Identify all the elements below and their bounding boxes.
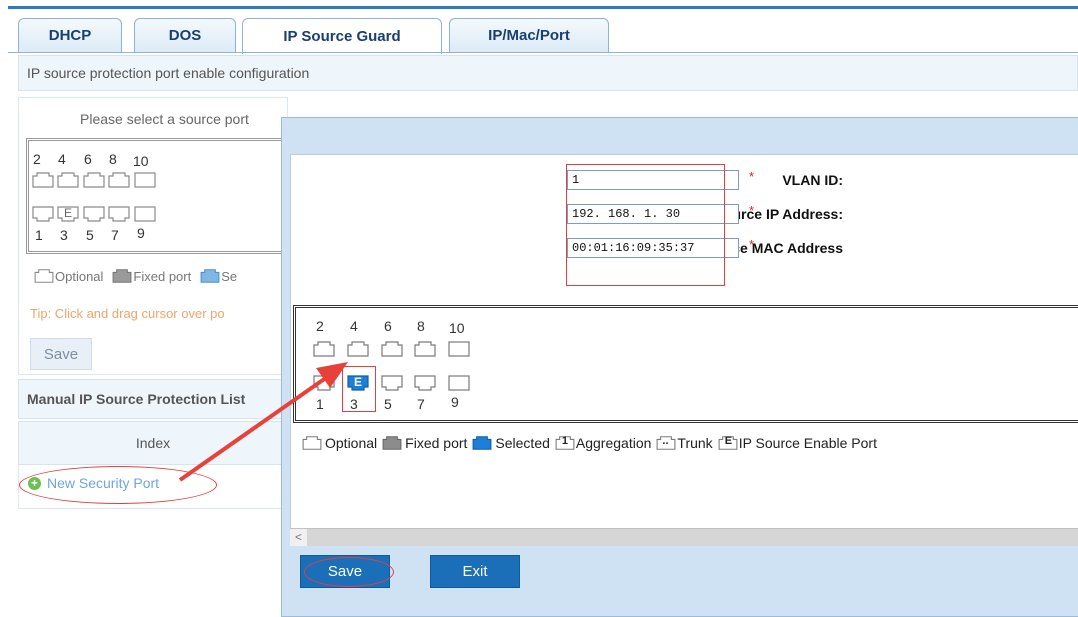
- legend-trunk-label: Trunk: [677, 435, 713, 451]
- aggregation-mark: 1: [561, 435, 569, 447]
- port-number: 8: [109, 151, 117, 167]
- vlan-id-label: VLAN ID:: [782, 172, 843, 188]
- ethernet-port-icon[interactable]: [31, 205, 55, 223]
- ethernet-port-icon[interactable]: [312, 374, 336, 392]
- port-number: 2: [33, 151, 41, 167]
- port-number: 4: [350, 318, 358, 334]
- sfp-port-icon[interactable]: [447, 340, 471, 358]
- port-number: 10: [449, 320, 465, 336]
- ip-source-port-icon: E: [717, 435, 739, 451]
- dialog-port-panel: 2 4 6 8 10 E 1 3 5 7 9: [293, 305, 1078, 423]
- dialog-content: VLAN ID: * Source IP Address: * Source M…: [290, 154, 1078, 544]
- aggregation-port-icon: 1: [554, 435, 576, 451]
- port-number: 6: [384, 318, 392, 334]
- scroll-left-arrow-icon[interactable]: <: [290, 529, 307, 546]
- ethernet-port-icon[interactable]: [380, 340, 404, 358]
- annotation-ellipse: [19, 466, 217, 504]
- annotation-box-fields: [566, 164, 725, 286]
- sfp-port-icon[interactable]: [133, 171, 157, 189]
- exit-button[interactable]: Exit: [430, 555, 520, 588]
- port-number: 1: [316, 396, 324, 412]
- selected-port-icon: [200, 269, 220, 283]
- legend-aggregation-label: Aggregation: [575, 435, 652, 451]
- select-port-prompt: Please select a source port: [80, 111, 249, 127]
- required-mark: *: [749, 169, 755, 184]
- port-number: 2: [316, 318, 324, 334]
- ethernet-port-icon[interactable]: [56, 171, 80, 189]
- port-mark: E: [64, 206, 73, 220]
- tip-text: Tip: Click and drag cursor over po: [30, 306, 225, 321]
- left-legend: Optional Fixed port Se: [33, 268, 237, 284]
- port-number: 9: [451, 394, 459, 410]
- legend-fixed-label: Fixed port: [405, 435, 468, 451]
- port-number: 7: [417, 396, 425, 412]
- required-mark: *: [749, 203, 755, 218]
- tab-dhcp[interactable]: DHCP: [18, 18, 122, 52]
- ethernet-port-icon[interactable]: [413, 374, 437, 392]
- port-number: 6: [84, 151, 92, 167]
- top-accent-line: [8, 6, 1078, 9]
- index-header-text: Index: [135, 435, 171, 451]
- legend-optional-label: Optional: [55, 268, 104, 284]
- ethernet-port-icon[interactable]: [82, 205, 106, 223]
- legend-fixed-label: Fixed port: [133, 268, 192, 284]
- horizontal-scrollbar[interactable]: <: [290, 528, 1078, 546]
- save-button-disabled[interactable]: Save: [30, 338, 92, 370]
- port-number: 5: [384, 396, 392, 412]
- section-title: IP source protection port enable configu…: [18, 55, 1078, 91]
- manual-list-title-text: Manual IP Source Protection List: [27, 391, 246, 407]
- port-number: 10: [133, 153, 149, 169]
- port-number: 5: [86, 227, 94, 243]
- optional-port-icon: [34, 269, 54, 283]
- dialog-legend: Optional Fixed port Selected 1 Aggregatio…: [301, 435, 881, 451]
- section-title-text: IP source protection port enable configu…: [27, 65, 310, 81]
- port-number: 4: [58, 151, 66, 167]
- trunk-mark: ..: [662, 435, 669, 447]
- tab-dos[interactable]: DOS: [134, 18, 236, 52]
- legend-selected-label: Se: [221, 268, 238, 284]
- sfp-port-icon[interactable]: [133, 205, 157, 223]
- ethernet-port-icon[interactable]: [107, 171, 131, 189]
- left-port-panel: 2 4 6 8 10 E 1 3 5 7 9: [26, 138, 288, 254]
- tab-ip-source-guard[interactable]: IP Source Guard: [242, 18, 442, 54]
- selected-port-icon: [472, 436, 492, 450]
- port-number: 9: [137, 225, 145, 241]
- add-port-dialog: VLAN ID: * Source IP Address: * Source M…: [281, 117, 1078, 617]
- legend-optional-label: Optional: [325, 435, 378, 451]
- port-number: 7: [111, 227, 119, 243]
- manual-list-title: Manual IP Source Protection List: [18, 379, 288, 419]
- ipsource-mark: E: [724, 435, 733, 447]
- tab-underline: [8, 52, 1078, 53]
- ethernet-port-icon[interactable]: [312, 340, 336, 358]
- ethernet-port-icon[interactable]: [413, 340, 437, 358]
- port-number: 1: [35, 227, 43, 243]
- sfp-port-icon[interactable]: [447, 374, 471, 392]
- fixed-port-icon: [112, 269, 132, 283]
- optional-port-icon: [302, 436, 322, 450]
- annotation-ellipse: [304, 557, 394, 587]
- annotation-box-port3: [342, 366, 376, 412]
- trunk-port-icon: ..: [655, 435, 677, 451]
- legend-selected-label: Selected: [495, 435, 550, 451]
- ip-source-enabled-port-icon[interactable]: E: [56, 205, 80, 223]
- table-header-index: Index: [18, 421, 288, 465]
- required-mark: *: [749, 237, 755, 252]
- ethernet-port-icon[interactable]: [346, 340, 370, 358]
- fixed-port-icon: [382, 436, 402, 450]
- ethernet-port-icon[interactable]: [380, 374, 404, 392]
- port-number: 3: [60, 227, 68, 243]
- legend-ipsource-label: IP Source Enable Port: [738, 435, 877, 451]
- port-number: 8: [417, 318, 425, 334]
- ethernet-port-icon[interactable]: [82, 171, 106, 189]
- ethernet-port-icon[interactable]: [31, 171, 55, 189]
- tab-ip-mac-port[interactable]: IP/Mac/Port: [449, 18, 609, 52]
- ethernet-port-icon[interactable]: [107, 205, 131, 223]
